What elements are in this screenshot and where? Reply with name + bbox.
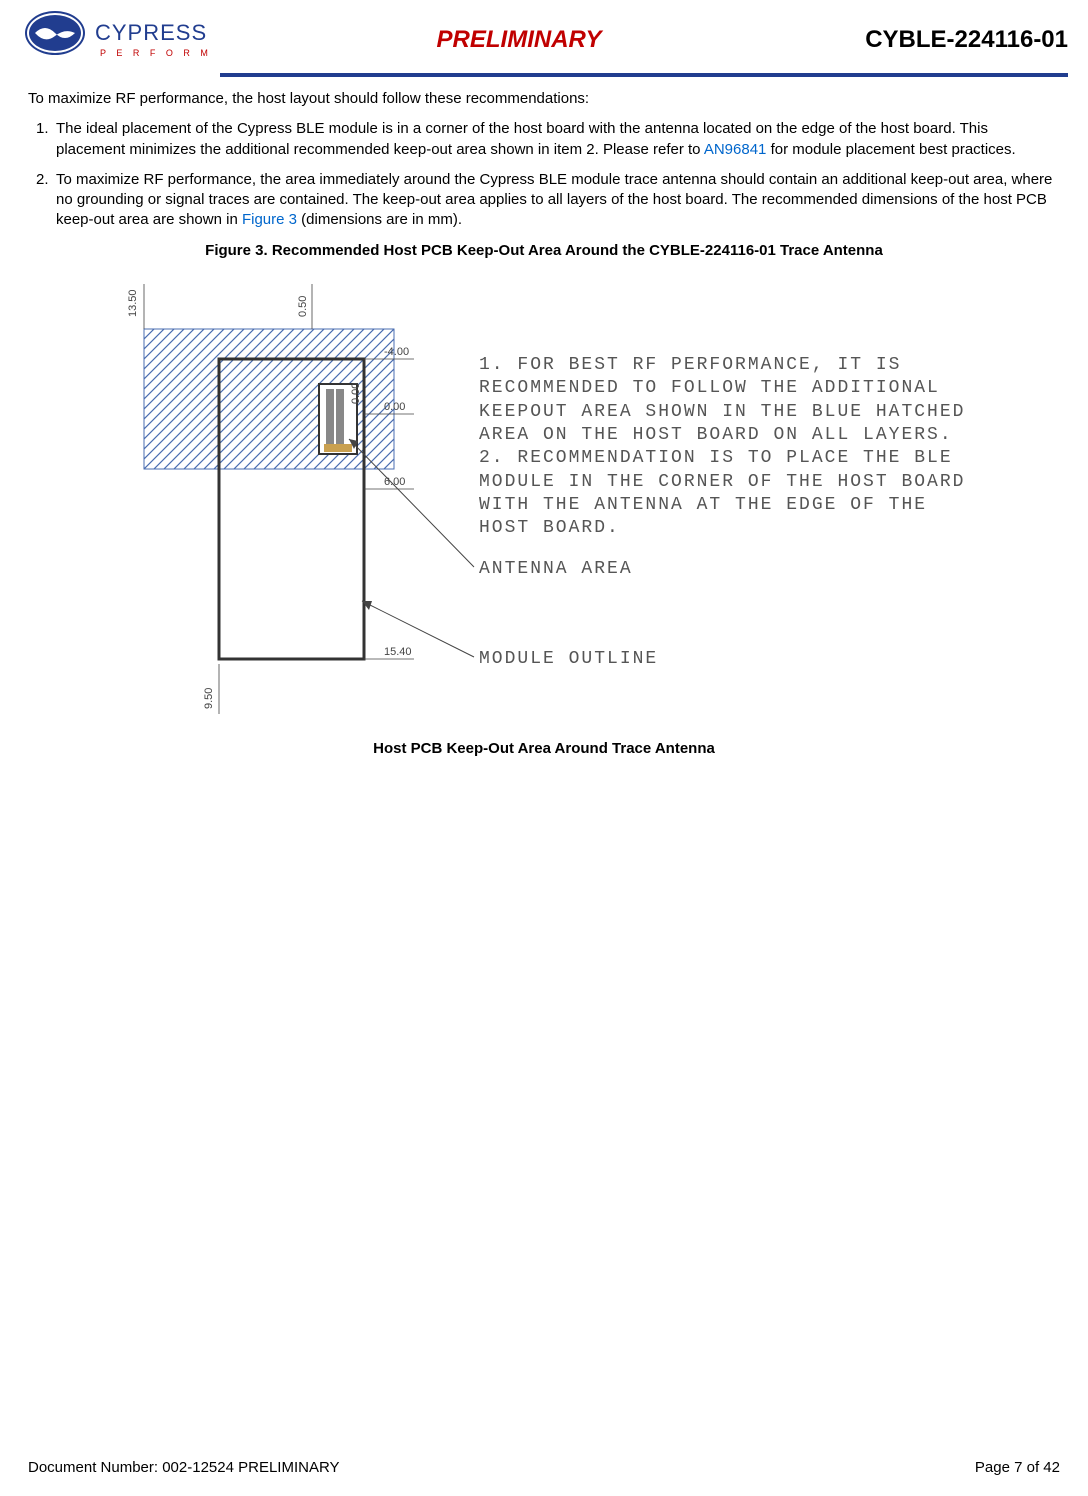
link-figure3[interactable]: Figure 3 (242, 211, 297, 228)
cypress-logo: CYPRESS P E R F O R M (20, 8, 210, 68)
module-outline-label: MODULE OUTLINE (479, 647, 658, 671)
logo-block: CYPRESS P E R F O R M (20, 8, 220, 71)
list-text-post: (dimensions are in mm). (297, 211, 462, 228)
content: To maximize RF performance, the host lay… (0, 89, 1088, 759)
dim-050: 0.50 (297, 295, 309, 316)
list-text-pre: To maximize RF performance, the area imm… (56, 171, 1052, 229)
dim-0a: 0.00 (350, 382, 362, 403)
dim-0b: 0.00 (384, 401, 405, 413)
antenna-trace-1 (326, 389, 334, 444)
preliminary-label: PRELIMINARY (220, 26, 818, 54)
figure-notes: 1. FOR BEST RF PERFORMANCE, IT IS RECOMM… (479, 354, 969, 541)
dim-1540: 15.40 (384, 646, 412, 658)
part-number: CYBLE-224116-01 (818, 26, 1068, 54)
dim-1350: 13.50 (127, 289, 139, 317)
list-body: To maximize RF performance, the area imm… (56, 170, 1060, 231)
page-number: Page 7 of 42 (975, 1459, 1060, 1476)
page-footer: Document Number: 002-12524 PRELIMINARY P… (28, 1459, 1060, 1476)
figure-note-2: 2. RECOMMENDATION IS TO PLACE THE BLE MO… (479, 447, 969, 541)
list-item-1: 1. The ideal placement of the Cypress BL… (36, 119, 1060, 160)
dim-950: 9.50 (203, 687, 215, 708)
figure-note-1: 1. FOR BEST RF PERFORMANCE, IT IS RECOMM… (479, 354, 969, 448)
figure-3: 13.50 0.50 -4.00 0.00 0.00 6.00 15.40 9.… (84, 269, 1004, 739)
logo-text: CYPRESS (95, 20, 207, 45)
antenna-trace-2 (336, 389, 344, 444)
figure-subcaption: Host PCB Keep-Out Area Around Trace Ante… (28, 739, 1060, 759)
list-text-post: for module placement best practices. (766, 141, 1015, 158)
figure-caption: Figure 3. Recommended Host PCB Keep-Out … (28, 241, 1060, 261)
list-number: 2. (36, 170, 56, 231)
header-rule (220, 73, 1068, 77)
list-item-2: 2. To maximize RF performance, the area … (36, 170, 1060, 231)
intro-paragraph: To maximize RF performance, the host lay… (28, 89, 1060, 109)
link-an96841[interactable]: AN96841 (704, 141, 767, 158)
antenna-pad (324, 444, 352, 452)
dim-neg4: -4.00 (384, 346, 409, 358)
doc-number: Document Number: 002-12524 PRELIMINARY (28, 1459, 340, 1476)
antenna-area-label: ANTENNA AREA (479, 557, 633, 581)
list-number: 1. (36, 119, 56, 160)
list-body: The ideal placement of the Cypress BLE m… (56, 119, 1060, 160)
page-header: CYPRESS P E R F O R M PRELIMINARY CYBLE-… (0, 0, 1088, 71)
logo-subtext: P E R F O R M (100, 48, 210, 58)
